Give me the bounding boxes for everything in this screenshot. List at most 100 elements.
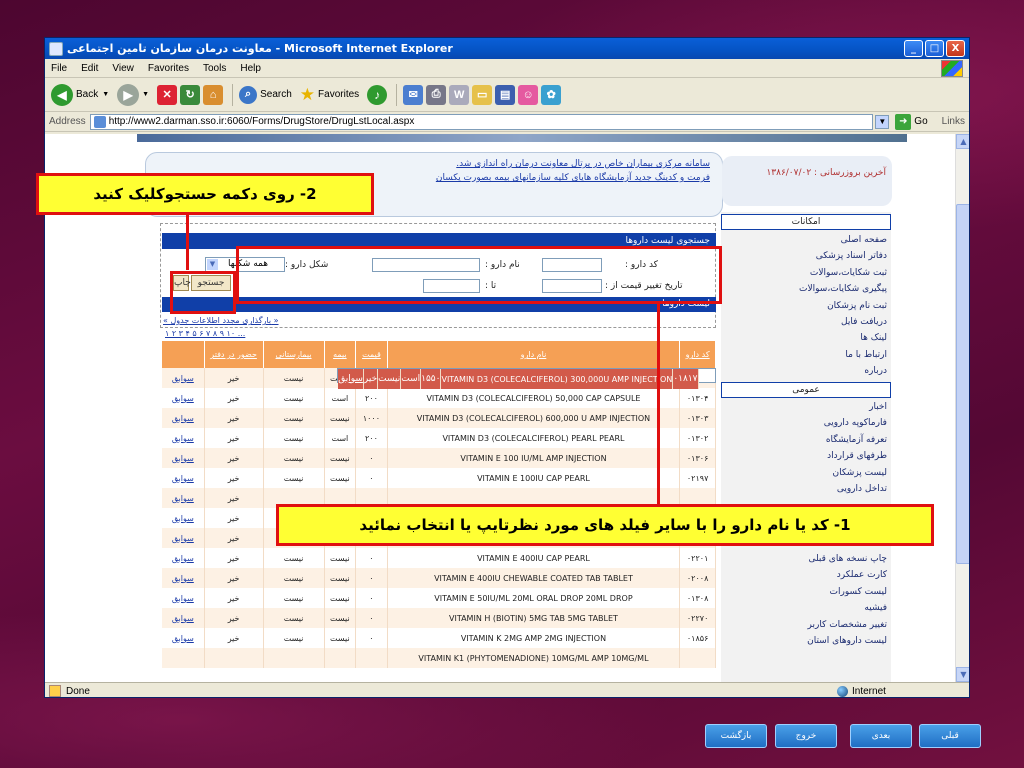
maximize-button[interactable]: □ — [925, 40, 944, 57]
sidebar-item[interactable]: کارت عملکرد — [721, 570, 887, 580]
history-link[interactable]: سوابق — [162, 448, 205, 468]
sidebar-item[interactable]: لیست پزشکان — [721, 468, 887, 478]
sidebar-item[interactable]: لینک ها — [721, 333, 887, 343]
scroll-thumb[interactable] — [956, 204, 969, 564]
media-icon[interactable]: ♪ — [367, 84, 388, 105]
sidebar-item[interactable]: پیگیری شکایات،سوالات — [721, 284, 887, 294]
sidebar-item[interactable]: دریافت فایل — [721, 317, 887, 327]
sidebar-item[interactable]: لیست داروهای استان — [721, 636, 887, 646]
msn-icon[interactable]: ✿ — [541, 84, 562, 105]
history-link[interactable]: سوابق — [162, 508, 205, 528]
table-row[interactable]: ۰۲۲۷۰ VITAMIN H (BIOTIN) 5MG TAB 5MG TABL… — [162, 608, 716, 628]
menu-favorites[interactable]: Favorites — [148, 63, 189, 74]
exit-button[interactable]: خروج — [775, 724, 837, 748]
table-row[interactable]: VITAMIN K1 (PHYTOMENADIONE) 10MG/ML AMP … — [162, 648, 716, 668]
history-link[interactable]: سوابق — [162, 608, 205, 628]
sidebar-item[interactable]: ثبت شکایات،سوالات — [721, 268, 887, 278]
cell-office: خیر — [363, 369, 379, 389]
history-link[interactable]: سوابق — [162, 488, 205, 508]
url-dropdown-icon[interactable]: ▼ — [875, 114, 890, 129]
back-button[interactable]: ◀ Back ▼ — [51, 83, 109, 106]
cell-office: خیر — [204, 408, 264, 428]
col-office[interactable]: حضور در دفتر — [204, 341, 264, 368]
col-price[interactable]: قیمت — [355, 341, 388, 368]
table-row[interactable]: ۰۲۰۰۸ VITAMIN E 400IU CHEWABLE COATED TAB… — [162, 568, 716, 588]
sidebar-section-tools: امکانات — [721, 214, 891, 230]
history-link[interactable]: سوابق — [162, 528, 205, 548]
sidebar-item[interactable]: لیست کسورات — [721, 587, 887, 597]
table-row[interactable]: ۰۱۸۵۶ VITAMIN K 2MG AMP 2MG INJECTION ۰ نیس… — [162, 628, 716, 648]
sidebar-item[interactable]: فیشیه — [721, 603, 887, 613]
history-link[interactable]: سوابق — [162, 588, 205, 608]
col-insurance[interactable]: بیمه — [324, 341, 357, 368]
sidebar-item[interactable]: فارماکوپه دارویی — [721, 418, 887, 428]
sidebar-item[interactable]: ارتباط با ما — [721, 350, 887, 360]
sidebar-item[interactable]: اخبار — [721, 402, 887, 412]
favorites-button[interactable]: ★ Favorites — [300, 85, 359, 105]
table-row[interactable]: ۰۲۲۰۱ VITAMIN E 400IU CAP PEARL ۰ نیست نیست خ… — [162, 548, 716, 568]
url-text: http://www2.darman.sso.ir:6060/Forms/Dru… — [108, 116, 415, 127]
history-link[interactable]: سوابق — [162, 428, 205, 448]
vertical-scrollbar[interactable]: ▲ ▼ — [955, 134, 969, 682]
table-row[interactable]: ۰۱۳۰۴ VITAMIN D3 (COLECALCIFEROL) 50,000 … — [162, 388, 716, 408]
reload-table-link[interactable]: « بارگذاری مجدد اطلاعات جدول » — [163, 316, 279, 325]
table-row[interactable]: ۰۱۳۰۲ VITAMIN D3 (COLECALCIFEROL) PEARL P… — [162, 428, 716, 448]
sidebar-item[interactable]: تغییر مشخصات کاربر — [721, 620, 888, 630]
history-link[interactable]: سوابق — [162, 628, 205, 648]
col-hospital[interactable]: بیمارستانی — [263, 341, 325, 368]
refresh-icon[interactable]: ↻ — [180, 84, 201, 105]
menu-file[interactable]: File — [51, 63, 67, 74]
links-button[interactable]: Links — [942, 116, 965, 127]
search-button[interactable]: ⌕ Search — [239, 85, 292, 104]
url-field[interactable]: http://www2.darman.sso.ir:6060/Forms/Dru… — [89, 113, 874, 130]
news-item[interactable]: سامانه مرکزی بیماران خاص در پرتال معاونت… — [158, 159, 710, 169]
scroll-down-icon[interactable]: ▼ — [956, 667, 969, 682]
prev-slide-button[interactable]: قبلی — [919, 724, 981, 748]
col-name[interactable]: نام دارو — [387, 341, 681, 368]
history-link[interactable]: سوابق — [162, 368, 205, 388]
close-button[interactable]: X — [946, 40, 965, 57]
home-icon[interactable]: ⌂ — [203, 84, 224, 105]
sidebar-item[interactable]: درباره — [721, 366, 887, 376]
table-row[interactable]: ۰۲۱۹۷ VITAMIN E 100IU CAP PEARL ۰ نیست نیست خ… — [162, 468, 716, 488]
table-row[interactable]: ۰۱۳۰۸ VITAMIN E 50IU/ML 20ML ORAL DROP 20… — [162, 588, 716, 608]
sidebar-item[interactable]: چاپ نسخه های قبلی — [721, 554, 887, 564]
table-row[interactable]: ۰۱۳۰۳ VITAMIN D3 (COLECALCIFEROL) 600,000… — [162, 408, 716, 428]
history-link[interactable]: سوابق — [338, 369, 364, 389]
menu-tools[interactable]: Tools — [203, 63, 226, 74]
research-icon[interactable]: ▤ — [495, 84, 516, 105]
sidebar-item[interactable]: ثبت نام پزشکان — [721, 301, 887, 311]
history-link[interactable] — [162, 648, 205, 668]
history-link[interactable]: سوابق — [162, 548, 205, 568]
table-row[interactable]: ۰۱۳۰۶ VITAMIN E 100 IU/ML AMP INJECTION ۰ ن… — [162, 448, 716, 468]
menu-edit[interactable]: Edit — [81, 63, 98, 74]
col-code[interactable]: کد دارو — [679, 341, 716, 368]
history-link[interactable]: سوابق — [162, 468, 205, 488]
history-link[interactable]: سوابق — [162, 408, 205, 428]
pager-links[interactable]: ۱ ۲ ۳ ۴ ۵ ۶ ۷ ۸ ۹ ۱۰ ... — [165, 329, 245, 338]
next-slide-button[interactable]: بعدی — [850, 724, 912, 748]
scroll-up-icon[interactable]: ▲ — [956, 134, 969, 149]
folder-icon[interactable]: ▭ — [472, 84, 493, 105]
sidebar-item[interactable]: تعرفه آزمایشگاه — [721, 435, 887, 445]
print-icon[interactable]: ⎙ — [426, 84, 447, 105]
messenger-icon[interactable]: ☺ — [518, 84, 539, 105]
dropdown-arrow-icon[interactable]: ▼ — [102, 91, 109, 98]
forward-button[interactable]: ▶ ▼ — [117, 83, 149, 106]
mail-icon[interactable]: ✉ — [403, 84, 424, 105]
menu-view[interactable]: View — [112, 63, 134, 74]
edit-icon[interactable]: W — [449, 84, 470, 105]
return-button[interactable]: بازگشت — [705, 724, 767, 748]
table-header-row: کد دارو نام دارو قیمت بیمه بیمارستانی حض… — [162, 341, 716, 368]
stop-icon[interactable]: ✕ — [157, 84, 178, 105]
sidebar-item[interactable]: صفحه اصلی — [721, 235, 887, 245]
history-link[interactable]: سوابق — [162, 568, 205, 588]
history-link[interactable]: سوابق — [162, 388, 205, 408]
minimize-button[interactable]: _ — [904, 40, 923, 57]
sidebar-item[interactable]: دفاتر اسناد پزشکی — [721, 251, 887, 261]
sidebar-item[interactable]: تداخل دارویی — [721, 484, 887, 494]
sidebar-item[interactable]: طرفهای قرارداد — [721, 451, 887, 461]
menu-help[interactable]: Help — [240, 63, 261, 74]
go-button[interactable]: ➜ Go — [895, 113, 928, 130]
dropdown-arrow-icon[interactable]: ▼ — [142, 91, 149, 98]
